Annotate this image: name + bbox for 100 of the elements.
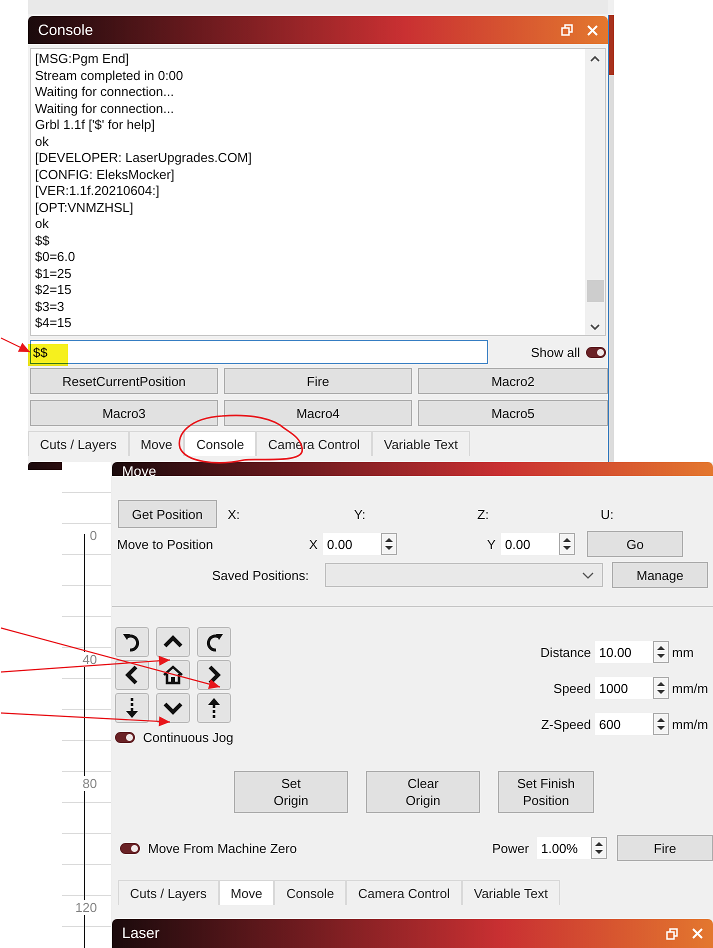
x-field[interactable]: 0.00 — [323, 533, 381, 555]
jog-button[interactable] — [115, 660, 149, 690]
tab[interactable]: Cuts / Layers — [118, 880, 219, 905]
setting-label: Speed — [552, 680, 591, 696]
axis-label: Z: — [477, 506, 490, 522]
console-line: Stream completed in 0:00 — [35, 68, 184, 84]
power-label: Power — [492, 840, 529, 856]
toggle-switch[interactable] — [115, 732, 135, 743]
macro-button[interactable]: Fire — [224, 368, 412, 394]
ruler-label: 80 — [82, 776, 97, 791]
panel-title: Console — [38, 22, 94, 38]
setting-field[interactable]: 600 — [595, 713, 653, 735]
tab[interactable]: Variable Text — [462, 880, 560, 905]
setting-field[interactable]: 10.00 — [595, 641, 653, 663]
jog-button[interactable] — [156, 660, 190, 690]
panel-title: Laser — [122, 925, 160, 942]
go-button[interactable]: Go — [587, 531, 683, 557]
console-line: [VER:1.1f.20210604:] — [35, 183, 160, 200]
console-line: Waiting for connection... — [35, 84, 175, 100]
continuous-jog-label: Continuous Jog — [143, 730, 234, 745]
x-label: X — [309, 536, 319, 552]
console-line: [MSG:Pgm End] — [35, 51, 130, 68]
annotation-arrow — [0, 337, 30, 353]
ruler-label: 120 — [75, 900, 97, 915]
console-line: $2=15 — [35, 282, 73, 298]
jog-button[interactable] — [197, 627, 231, 657]
tab[interactable]: Variable Text — [372, 431, 470, 456]
manage-button[interactable]: Manage — [612, 562, 708, 588]
jog-button[interactable] — [156, 693, 190, 723]
move-from-zero-label: Move From Machine Zero — [148, 840, 297, 856]
get-position-button[interactable]: Get Position — [118, 500, 217, 528]
origin-button[interactable]: Set Finish Position — [498, 771, 594, 813]
spinner-arrows-icon — [559, 533, 575, 555]
restore-icon — [666, 928, 678, 940]
toggle-switch[interactable] — [120, 842, 140, 854]
saved-positions-label: Saved Positions: — [212, 568, 310, 582]
macro-button[interactable]: Macro4 — [224, 400, 412, 426]
console-line: $4=15 — [35, 315, 73, 332]
spinner-arrows-icon — [653, 713, 669, 735]
origin-button[interactable]: Clear Origin — [366, 771, 480, 813]
console-line: ok — [35, 216, 50, 232]
jog-button[interactable] — [197, 660, 231, 690]
fire-button[interactable]: Fire — [617, 835, 713, 861]
show-all-label: Show all — [530, 344, 580, 360]
jog-button[interactable] — [115, 627, 149, 657]
macro-button[interactable]: Macro2 — [418, 368, 608, 394]
unit-label: mm — [672, 644, 694, 660]
jog-button[interactable] — [115, 693, 149, 723]
ruler-label: 0 — [90, 528, 97, 543]
panel-title: Move — [122, 466, 156, 476]
power-field[interactable]: 1.00% — [537, 837, 591, 859]
console-line: [DEVELOPER: LaserUpgrades.COM] — [35, 150, 253, 166]
console-line: Waiting for connection... — [35, 100, 175, 117]
scroll-thumb[interactable] — [586, 280, 604, 302]
spinner-arrows-icon — [653, 677, 669, 699]
setting-label: Distance — [539, 644, 591, 660]
chevron-down-icon — [582, 572, 594, 578]
console-line: Grbl 1.1f ['$' for help] — [35, 117, 156, 134]
tab[interactable]: Console — [274, 880, 346, 905]
origin-button[interactable]: Set Origin — [234, 771, 348, 813]
y-label: Y — [487, 536, 497, 552]
move-to-label: Move to Position — [117, 536, 214, 552]
scrollbar[interactable] — [585, 49, 605, 335]
console-line: $3=3 — [35, 298, 66, 315]
toggle-switch[interactable] — [586, 346, 606, 358]
macro-button[interactable]: Macro3 — [30, 400, 218, 426]
tab[interactable]: Camera Control — [346, 880, 462, 905]
setting-label: Z-Speed — [540, 716, 591, 732]
command-field[interactable]: $$ — [30, 340, 488, 364]
close-icon — [587, 24, 598, 36]
close-icon — [692, 928, 703, 939]
console-line: $1=25 — [35, 266, 73, 282]
console-line: $0=6.0 — [35, 249, 76, 266]
scroll-up-icon — [590, 55, 600, 62]
console-line: [CONFIG: EleksMocker] — [35, 166, 176, 183]
tab[interactable]: Move — [128, 431, 184, 456]
unit-label: mm/m — [672, 716, 708, 732]
restore-icon — [561, 24, 573, 36]
axis-label: X: — [228, 506, 241, 522]
home-icon — [162, 664, 184, 686]
jog-button[interactable] — [197, 693, 231, 723]
axis-label: U: — [600, 506, 615, 522]
spinner-arrows-icon — [591, 837, 607, 859]
setting-field[interactable]: 1000 — [595, 677, 653, 699]
unit-label: mm/m — [672, 680, 708, 696]
spinner-arrows-icon — [653, 641, 669, 663]
scroll-down-icon — [590, 324, 600, 331]
spinner-arrows-icon — [381, 533, 397, 555]
tab[interactable]: Console — [184, 431, 256, 456]
tab[interactable]: Move — [218, 880, 274, 905]
y-field[interactable]: 0.00 — [501, 533, 559, 555]
jog-button[interactable] — [156, 627, 190, 657]
console-line: [OPT:VNMZHSL] — [35, 200, 134, 216]
console-line: ok — [35, 134, 50, 150]
highlight-mark — [28, 344, 68, 366]
console-line: $$ — [35, 232, 50, 249]
macro-button[interactable]: ResetCurrentPosition — [30, 368, 218, 394]
tab[interactable]: Cuts / Layers — [28, 431, 129, 456]
axis-label: Y: — [354, 506, 367, 522]
macro-button[interactable]: Macro5 — [418, 400, 608, 426]
